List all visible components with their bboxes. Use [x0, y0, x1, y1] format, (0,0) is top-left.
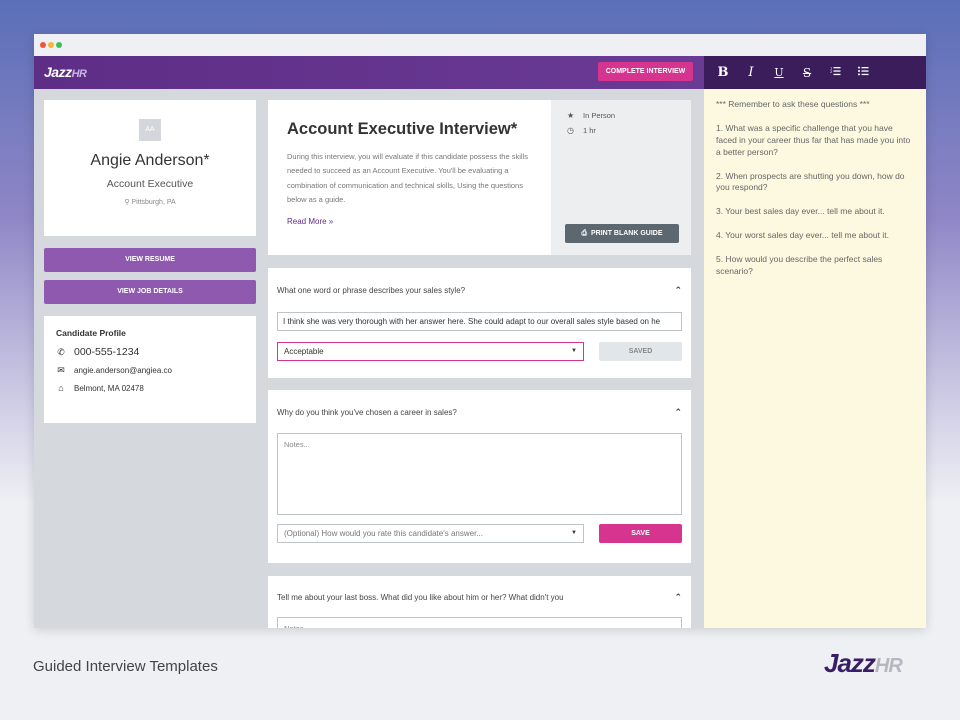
- chevron-up-icon[interactable]: ⌃: [674, 285, 682, 296]
- italic-button[interactable]: I: [744, 65, 758, 80]
- question-text: Why do you think you've chosen a career …: [277, 408, 457, 417]
- jazzhr-logo[interactable]: JazzHR: [44, 64, 86, 80]
- notes-line: 4. Your worst sales day ever... tell me …: [716, 230, 914, 242]
- question-card-3: Tell me about your last boss. What did y…: [268, 576, 691, 628]
- map-pin-icon: ⚲: [124, 199, 129, 206]
- avatar: AA: [139, 119, 161, 141]
- svg-text:2: 2: [830, 70, 832, 74]
- rating-select[interactable]: (Optional) How would you rate this candi…: [277, 524, 584, 543]
- interview-summary-card: Account Executive Interview* During this…: [268, 100, 551, 255]
- notes-textarea[interactable]: Notes...: [277, 617, 682, 628]
- rating-select[interactable]: Acceptable ▼: [277, 342, 584, 361]
- jazzhr-brand-logo: JazzHR: [824, 648, 902, 679]
- rating-row: Acceptable ▼ SAVED: [277, 342, 682, 361]
- view-resume-button[interactable]: VIEW RESUME: [44, 248, 256, 272]
- email-row: ✉ angie.anderson@angiea.co: [56, 365, 244, 376]
- save-button[interactable]: SAVE: [599, 524, 682, 543]
- question-card-2: Why do you think you've chosen a career …: [268, 390, 691, 563]
- bullet-list-icon[interactable]: [856, 65, 870, 80]
- notes-line: 3. Your best sales day ever... tell me a…: [716, 206, 914, 218]
- question-header[interactable]: Tell me about your last boss. What did y…: [277, 592, 682, 603]
- read-more-link[interactable]: Read More »: [287, 217, 532, 226]
- underline-button[interactable]: U: [772, 66, 786, 79]
- answer-input[interactable]: I think she was very thorough with her a…: [277, 312, 682, 331]
- notes-textarea[interactable]: Notes...: [277, 433, 682, 515]
- app-window: JazzHR COMPLETE INTERVIEW B I U S 12 ***…: [34, 34, 926, 628]
- minimize-window-dot[interactable]: [48, 42, 54, 48]
- print-blank-guide-button[interactable]: ⎙ PRINT BLANK GUIDE: [565, 224, 679, 243]
- candidate-email[interactable]: angie.anderson@angiea.co: [74, 366, 172, 375]
- interviewer-notes-editor[interactable]: *** Remember to ask these questions *** …: [704, 89, 926, 628]
- strikethrough-button[interactable]: S: [800, 66, 814, 80]
- candidate-address: Belmont, MA 02478: [74, 384, 144, 393]
- printer-icon: ⎙: [581, 230, 587, 237]
- question-text: Tell me about your last boss. What did y…: [277, 593, 564, 602]
- question-header[interactable]: Why do you think you've chosen a career …: [277, 407, 682, 418]
- envelope-icon: ✉: [56, 365, 66, 376]
- view-job-details-button[interactable]: VIEW JOB DETAILS: [44, 280, 256, 304]
- phone-icon: ✆: [56, 347, 66, 358]
- notes-line: 1. What was a specific challenge that yo…: [716, 123, 914, 159]
- clock-icon: ◷: [567, 126, 576, 135]
- chevron-up-icon[interactable]: ⌃: [674, 592, 682, 603]
- candidate-name: Angie Anderson*: [44, 152, 256, 170]
- candidate-location: ⚲ Pittsburgh, PA: [44, 198, 256, 206]
- notes-line: 2. When prospects are shutting you down,…: [716, 171, 914, 195]
- phone-row: ✆ 000-555-1234: [56, 346, 244, 358]
- caret-down-icon: ▼: [571, 343, 577, 360]
- complete-interview-button[interactable]: COMPLETE INTERVIEW: [598, 62, 693, 81]
- caret-down-icon: ▼: [571, 525, 577, 542]
- notes-line: 5. How would you describe the perfect sa…: [716, 254, 914, 278]
- interview-meta-panel: ★ In Person ◷ 1 hr ⎙ PRINT BLANK GUIDE: [551, 100, 691, 255]
- home-icon: ⌂: [56, 383, 66, 393]
- window-titlebar: [34, 34, 926, 56]
- interview-type: ★ In Person: [567, 111, 675, 120]
- rating-row: (Optional) How would you rate this candi…: [277, 524, 682, 543]
- question-card-1: What one word or phrase describes your s…: [268, 268, 691, 378]
- notes-editor-toolbar: B I U S 12: [704, 56, 926, 89]
- page-caption: Guided Interview Templates: [33, 658, 218, 675]
- bold-button[interactable]: B: [716, 65, 730, 80]
- maximize-window-dot[interactable]: [56, 42, 62, 48]
- question-header[interactable]: What one word or phrase describes your s…: [277, 285, 682, 296]
- candidate-title: Account Executive: [44, 178, 256, 190]
- interview-duration: ◷ 1 hr: [567, 126, 675, 135]
- notes-line: *** Remember to ask these questions ***: [716, 99, 914, 111]
- question-text: What one word or phrase describes your s…: [277, 286, 465, 295]
- candidate-card: AA Angie Anderson* Account Executive ⚲ P…: [44, 100, 256, 236]
- candidate-profile-title: Candidate Profile: [56, 328, 244, 338]
- saved-button[interactable]: SAVED: [599, 342, 682, 361]
- close-window-dot[interactable]: [40, 42, 46, 48]
- candidate-profile-card: Candidate Profile ✆ 000-555-1234 ✉ angie…: [44, 316, 256, 423]
- candidate-phone[interactable]: 000-555-1234: [74, 346, 139, 358]
- interview-description: During this interview, you will evaluate…: [287, 150, 532, 207]
- ordered-list-icon[interactable]: 12: [828, 65, 842, 80]
- interview-title: Account Executive Interview*: [287, 120, 532, 139]
- app-header: JazzHR COMPLETE INTERVIEW: [34, 56, 704, 89]
- star-icon: ★: [567, 111, 576, 120]
- address-row: ⌂ Belmont, MA 02478: [56, 383, 244, 393]
- chevron-up-icon[interactable]: ⌃: [674, 407, 682, 418]
